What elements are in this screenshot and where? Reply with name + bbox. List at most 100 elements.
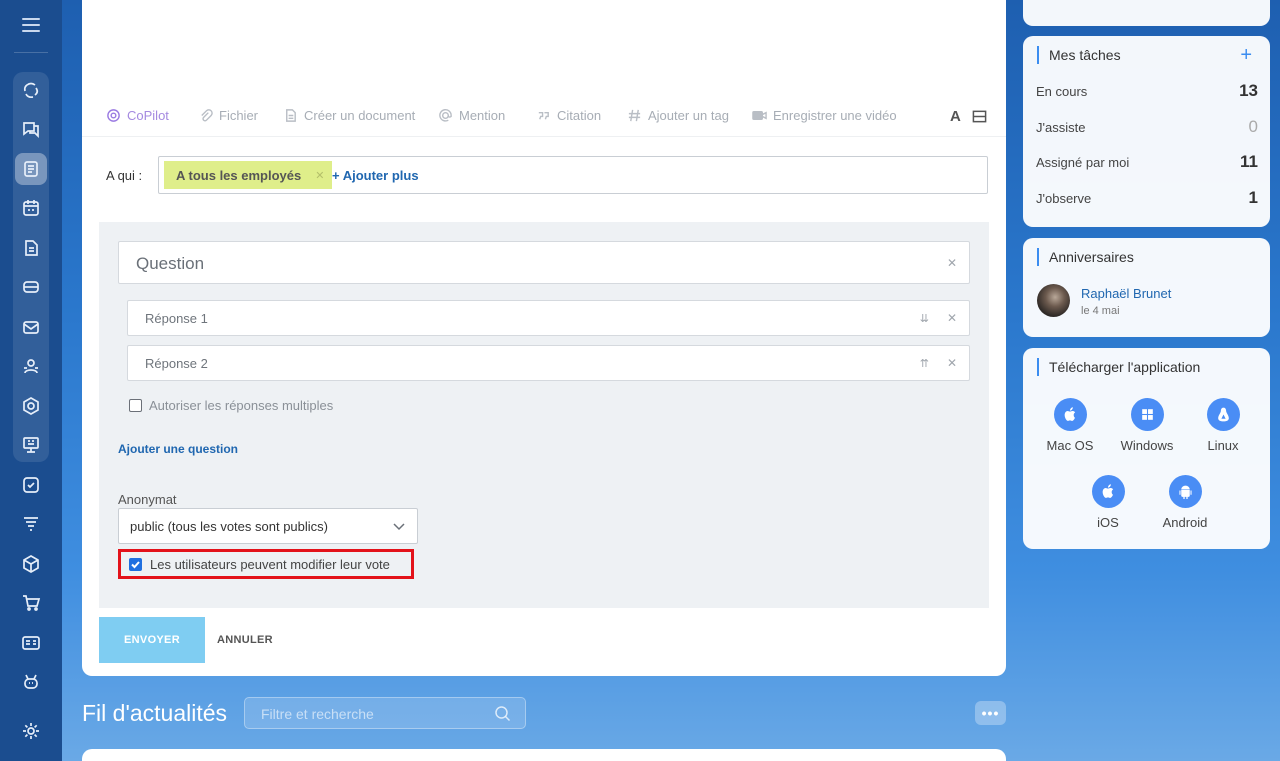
task-row-label: En cours — [1036, 84, 1088, 99]
feed-search-placeholder: Filtre et recherche — [261, 706, 374, 722]
add-more-link[interactable]: + Ajouter plus — [332, 168, 419, 183]
layout-toggle-icon[interactable] — [972, 109, 987, 128]
more-options-button[interactable]: ••• — [975, 701, 1006, 725]
record-video-button[interactable]: Enregistrer une vidéo — [752, 108, 897, 123]
app-ios[interactable]: iOS — [1068, 475, 1148, 530]
task-row-assisting[interactable]: J'assiste 0 — [1036, 117, 1258, 136]
feed-title: Fil d'actualités — [82, 700, 228, 726]
tasks-icon[interactable] — [21, 475, 41, 495]
box-icon[interactable] — [21, 554, 41, 574]
app-label: Windows — [1120, 438, 1174, 453]
avatar[interactable] — [1037, 284, 1070, 317]
quote-button[interactable]: Citation — [536, 108, 601, 123]
create-document-button[interactable]: Créer un document — [283, 108, 415, 123]
answer-placeholder-1: Réponse 1 — [145, 311, 208, 326]
robot-icon[interactable] — [21, 672, 41, 692]
contact-card-icon[interactable] — [21, 633, 41, 653]
add-tag-label: Ajouter un tag — [648, 108, 729, 123]
document-icon — [286, 109, 296, 122]
file-button[interactable]: Fichier — [198, 108, 258, 123]
task-row-assigned-by-me[interactable]: Assigné par moi 11 — [1036, 152, 1258, 171]
add-tag-button[interactable]: Ajouter un tag — [627, 108, 729, 123]
drive-icon[interactable] — [21, 277, 41, 297]
app-label: Android — [1162, 515, 1208, 530]
filter-icon[interactable] — [21, 514, 41, 534]
remove-answer-icon[interactable]: ✕ — [947, 311, 957, 325]
move-down-icon[interactable]: ⇊ — [920, 312, 929, 325]
cancel-button[interactable]: ANNULER — [217, 634, 273, 646]
app-macos[interactable]: Mac OS — [1030, 398, 1110, 453]
app-label: Mac OS — [1046, 438, 1094, 453]
checkbox-checked[interactable] — [129, 557, 142, 571]
app-label: iOS — [1097, 515, 1119, 530]
poll-section: Question ✕ Réponse 1 ⇊ ✕ Réponse 2 ⇈ ✕ A… — [99, 222, 989, 608]
app-android[interactable]: Android — [1145, 475, 1225, 530]
mail-icon[interactable] — [21, 317, 41, 337]
menu-icon[interactable] — [22, 18, 40, 32]
hashtag-icon — [628, 109, 641, 122]
send-button[interactable]: ENVOYER — [99, 617, 205, 663]
android-icon — [1168, 475, 1202, 508]
answer-input-2[interactable]: Réponse 2 ⇈ ✕ — [127, 345, 970, 381]
team-icon[interactable] — [21, 356, 41, 376]
modify-vote-checkbox[interactable]: Les utilisateurs peuvent modifier leur v… — [118, 549, 414, 579]
settings-gear-icon[interactable] — [21, 721, 41, 741]
recipients-field[interactable]: A tous les employés ✕ + Ajouter plus — [158, 156, 988, 194]
birthdays-widget: Anniversaires Raphaël Brunet le 4 mai — [1023, 238, 1270, 337]
move-up-icon[interactable]: ⇈ — [920, 357, 929, 370]
post-composer: CoPilot Fichier Créer un document Mentio… — [82, 0, 1006, 676]
download-title: Télécharger l'application — [1037, 358, 1200, 376]
chat-icon[interactable] — [21, 119, 41, 139]
presentation-icon[interactable] — [21, 435, 41, 455]
anonymity-label: Anonymat — [118, 492, 177, 507]
birthday-date: le 4 mai — [1081, 305, 1120, 317]
copilot-button[interactable]: CoPilot — [106, 108, 169, 123]
task-row-label: J'assiste — [1036, 120, 1086, 135]
copilot-icon[interactable] — [21, 80, 41, 100]
app-linux[interactable]: Linux — [1183, 398, 1263, 453]
task-count: 0 — [1248, 117, 1258, 136]
composer-toolbar: CoPilot Fichier Créer un document Mentio… — [106, 108, 990, 128]
birthdays-title: Anniversaires — [1037, 248, 1134, 266]
quote-label: Citation — [557, 108, 602, 123]
task-row-in-progress[interactable]: En cours 13 — [1036, 81, 1258, 100]
feed-search-input[interactable]: Filtre et recherche — [244, 697, 526, 729]
search-icon[interactable] — [494, 705, 511, 722]
copilot-label: CoPilot — [127, 108, 169, 123]
create-document-label: Créer un document — [304, 108, 416, 123]
remove-answer-icon[interactable]: ✕ — [947, 356, 957, 370]
question-placeholder: Question — [136, 254, 205, 273]
feed-icon[interactable] — [21, 159, 41, 179]
mention-button[interactable]: Mention — [438, 108, 505, 123]
quote-icon — [538, 111, 549, 120]
birthday-person-link[interactable]: Raphaël Brunet — [1081, 286, 1171, 301]
tasks-widget: Mes tâches + En cours 13 J'assiste 0 Ass… — [1023, 36, 1270, 227]
recipient-tag[interactable]: A tous les employés ✕ — [164, 161, 333, 189]
question-input[interactable]: Question ✕ — [118, 241, 970, 284]
app-windows[interactable]: Windows — [1107, 398, 1187, 453]
record-video-label: Enregistrer une vidéo — [773, 108, 897, 123]
add-question-link[interactable]: Ajouter une question — [118, 442, 238, 456]
task-row-observing[interactable]: J'observe 1 — [1036, 188, 1258, 207]
toolbar-divider — [82, 136, 1006, 137]
checkbox-unchecked[interactable] — [129, 399, 142, 412]
document-icon[interactable] — [21, 238, 41, 258]
cart-icon[interactable] — [21, 593, 41, 613]
apple-icon — [1053, 398, 1087, 431]
remove-tag-icon[interactable]: ✕ — [315, 169, 324, 182]
text-format-button[interactable]: A — [950, 108, 961, 125]
answer-input-1[interactable]: Réponse 1 ⇊ ✕ — [127, 300, 970, 336]
anonymity-select[interactable]: public (tous les votes sont publics) — [118, 508, 418, 544]
add-task-button[interactable]: + — [1240, 44, 1252, 67]
rail-divider — [14, 52, 48, 53]
mention-label: Mention — [459, 108, 506, 123]
calendar-icon[interactable] — [21, 198, 41, 218]
hexagon-icon[interactable] — [21, 396, 41, 416]
previous-widget-stub — [1023, 0, 1270, 26]
file-label: Fichier — [219, 108, 259, 123]
paperclip-icon — [201, 109, 213, 122]
download-app-widget: Télécharger l'application Mac OS Windows… — [1023, 348, 1270, 549]
remove-question-icon[interactable]: ✕ — [947, 256, 957, 270]
allow-multiple-checkbox[interactable]: Autoriser les réponses multiples — [129, 398, 333, 413]
modify-vote-label: Les utilisateurs peuvent modifier leur v… — [150, 556, 390, 572]
